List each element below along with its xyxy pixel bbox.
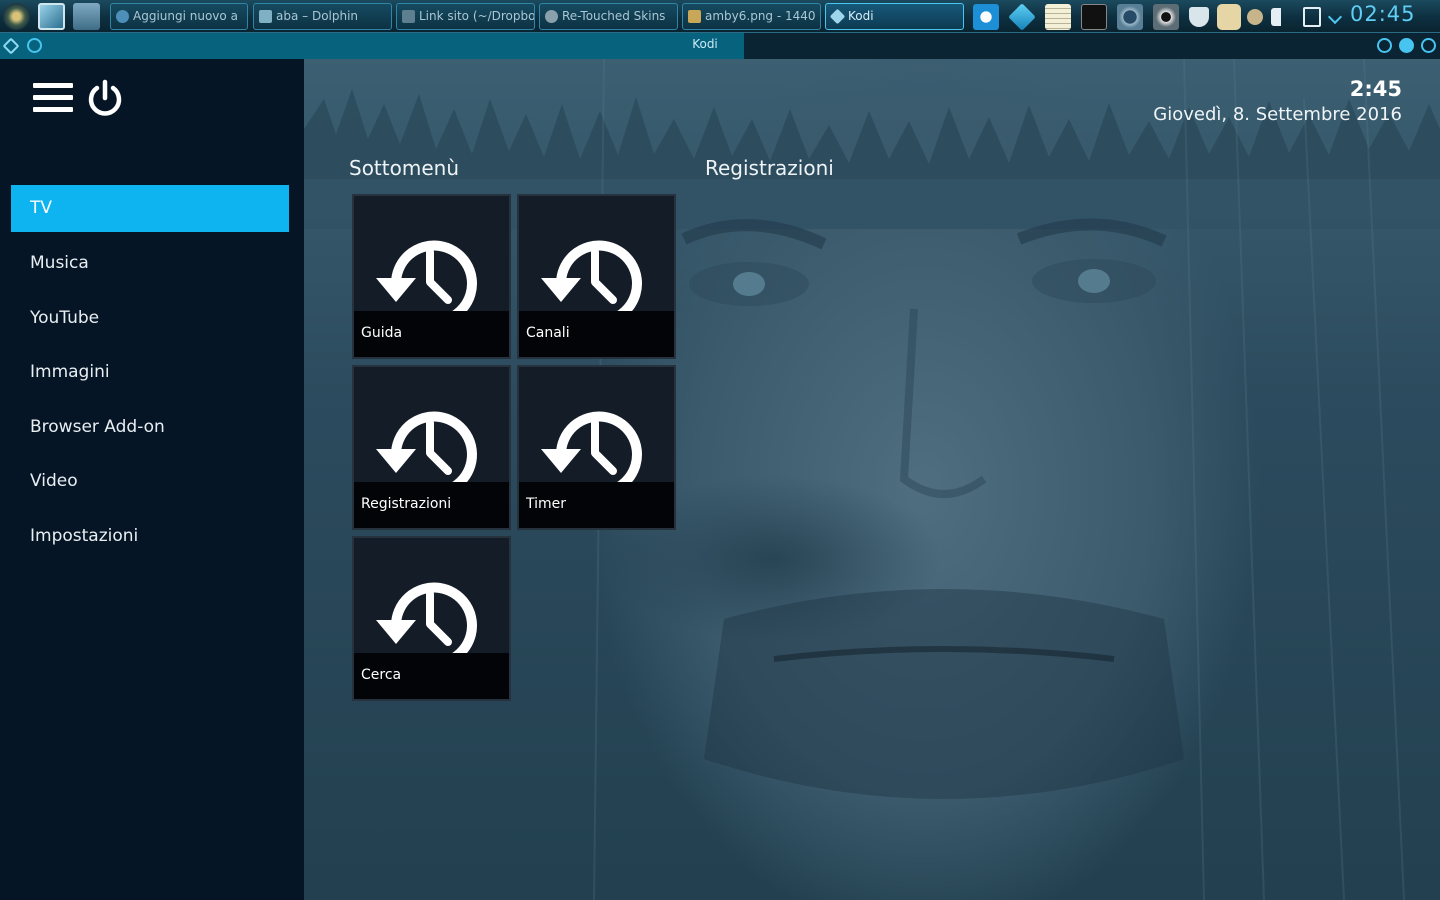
teamviewer-icon[interactable]: [973, 4, 999, 30]
kodi-tray-icon[interactable]: [1008, 3, 1036, 31]
task-label: Kodi: [848, 9, 874, 23]
task-label: aba – Dolphin: [276, 9, 359, 23]
task-dolphin[interactable]: aba – Dolphin: [253, 3, 392, 30]
browser-icon: [545, 10, 558, 23]
tile-cerca[interactable]: Cerca: [352, 536, 511, 701]
tile-label: Cerca: [354, 653, 509, 699]
screenshot-icon[interactable]: [1117, 4, 1143, 30]
sidebar-item-youtube[interactable]: YouTube: [11, 295, 289, 342]
task-kodi[interactable]: Kodi: [825, 3, 964, 30]
tile-guida[interactable]: Guida: [352, 194, 511, 359]
clipboard-icon[interactable]: [1217, 4, 1241, 30]
power-icon[interactable]: [86, 79, 124, 117]
kodi-app: TV Musica YouTube Immagini Browser Add-o…: [0, 59, 1440, 900]
submenu-title: Sottomenù: [349, 156, 459, 180]
sidebar-item-label: Musica: [30, 253, 89, 273]
close-button[interactable]: [1421, 38, 1436, 53]
minimize-button[interactable]: [1377, 38, 1392, 53]
maximize-button[interactable]: [1399, 38, 1414, 53]
image-icon: [259, 10, 272, 23]
sidebar-item-browser-addon[interactable]: Browser Add-on: [11, 404, 289, 451]
sidebar-item-label: Impostazioni: [30, 526, 139, 546]
task-retouched[interactable]: Re-Touched Skins: [539, 3, 678, 30]
sidebar-item-impostazioni[interactable]: Impostazioni: [11, 513, 289, 560]
desktop-icon[interactable]: [38, 3, 65, 30]
clock-time: 2:45: [1349, 77, 1402, 101]
task-label: Aggiungi nuovo a: [133, 9, 238, 23]
sidebar-item-label: YouTube: [30, 308, 100, 328]
network-icon[interactable]: [1303, 7, 1321, 27]
tile-timer[interactable]: Timer: [517, 365, 676, 530]
hamburger-menu-icon[interactable]: [33, 83, 73, 113]
tile-canali[interactable]: Canali: [517, 194, 676, 359]
notes-icon[interactable]: [1045, 4, 1071, 30]
firefox-icon: [116, 10, 129, 23]
task-label: Link sito (~/Dropbo: [419, 9, 535, 23]
sidebar-item-tv[interactable]: TV: [11, 185, 289, 232]
window-title: Kodi: [692, 37, 718, 51]
task-firefox[interactable]: Aggiungi nuovo a: [110, 3, 248, 30]
sidebar-item-label: Video: [30, 471, 78, 491]
sidebar-item-label: Browser Add-on: [30, 417, 165, 437]
task-link-sito[interactable]: Link sito (~/Dropbo: [396, 3, 535, 30]
sidebar-item-immagini[interactable]: Immagini: [11, 349, 289, 396]
tile-label: Guida: [354, 311, 509, 357]
kodi-icon: [829, 8, 846, 25]
content-title: Registrazioni: [705, 156, 834, 180]
system-taskbar: Aggiungi nuovo a aba – Dolphin Link sito…: [0, 0, 1440, 33]
task-amby6[interactable]: amby6.png - 1440: [682, 3, 821, 30]
sidebar-item-label: Immagini: [30, 362, 110, 382]
updates-icon[interactable]: [1247, 9, 1263, 25]
tile-label: Timer: [519, 482, 674, 528]
sidebar-item-label: TV: [30, 198, 53, 218]
task-label: Re-Touched Skins: [562, 9, 666, 23]
task-label: amby6.png - 1440: [705, 9, 816, 23]
app-launcher-icon[interactable]: [3, 3, 30, 30]
terminal-icon[interactable]: [1081, 4, 1107, 30]
shield-icon[interactable]: [1189, 7, 1209, 27]
sidebar-item-musica[interactable]: Musica: [11, 240, 289, 287]
dolphin-icon[interactable]: [73, 3, 100, 30]
editor-icon: [402, 10, 415, 23]
clock-date: Giovedì, 8. Settembre 2016: [1153, 104, 1402, 125]
tile-label: Registrazioni: [354, 482, 509, 528]
monitor-icon[interactable]: [1153, 4, 1179, 30]
tile-label: Canali: [519, 311, 674, 357]
sidebar-item-video[interactable]: Video: [11, 458, 289, 505]
window-titlebar[interactable]: Kodi: [0, 33, 1440, 59]
chevron-down-icon[interactable]: [1327, 9, 1343, 25]
sidebar: TV Musica YouTube Immagini Browser Add-o…: [0, 59, 304, 900]
taskbar-clock[interactable]: 02:45: [1350, 2, 1416, 26]
volume-icon[interactable]: [1271, 8, 1293, 26]
image-viewer-icon: [688, 10, 701, 23]
tile-registrazioni[interactable]: Registrazioni: [352, 365, 511, 530]
